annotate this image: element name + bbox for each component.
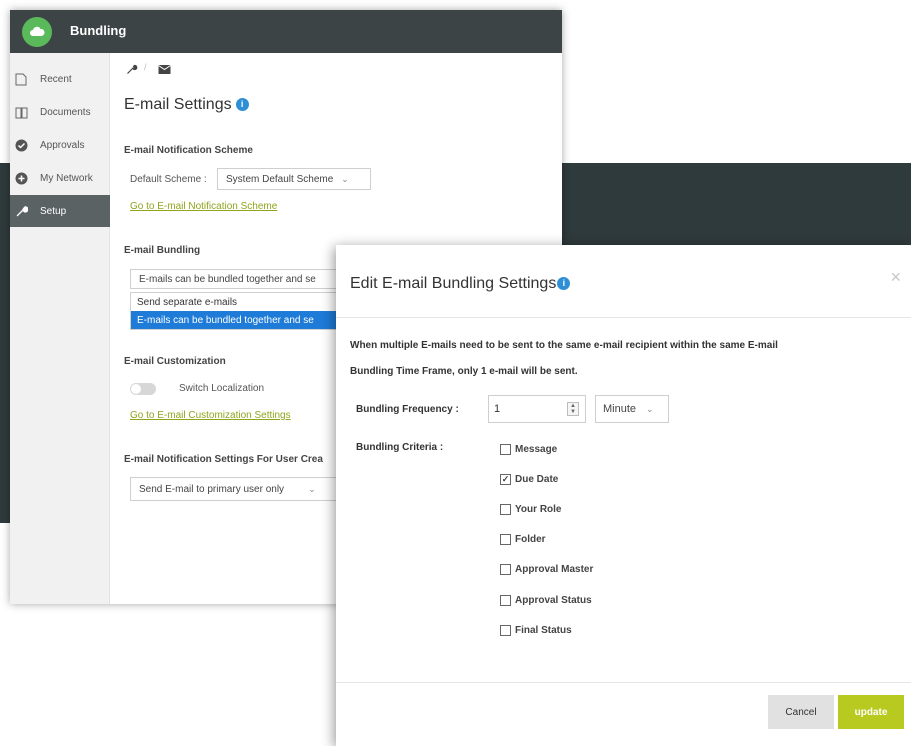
criteria-label: Final Status bbox=[515, 624, 572, 636]
email-bundling-title: E-mail Bundling bbox=[124, 245, 201, 256]
modal-description-line2: Bundling Time Frame, only 1 e-mail will … bbox=[350, 366, 578, 377]
plus-circle-icon bbox=[14, 171, 28, 185]
edit-bundling-modal: Edit E-mail Bundling Settings i × When mu… bbox=[336, 245, 911, 746]
user-creation-select[interactable]: Send E-mail to primary user only ⌄ bbox=[130, 477, 340, 501]
email-customization-title: E-mail Customization bbox=[124, 356, 226, 367]
sidebar-item-approvals[interactable]: Approvals bbox=[10, 129, 110, 161]
cancel-button[interactable]: Cancel bbox=[768, 695, 834, 729]
user-creation-settings-title: E-mail Notification Settings For User Cr… bbox=[124, 454, 323, 465]
checkbox[interactable] bbox=[500, 503, 511, 515]
top-bar: Bundling bbox=[10, 10, 562, 53]
criteria-label: Approval Master bbox=[515, 563, 594, 575]
criteria-approval-master[interactable]: Approval Master bbox=[500, 562, 593, 576]
bundling-criteria-label: Bundling Criteria : bbox=[356, 442, 444, 453]
check-circle-icon bbox=[14, 138, 28, 152]
sidebar-item-setup[interactable]: Setup bbox=[10, 195, 110, 227]
default-scheme-select[interactable]: System Default Scheme ⌄ bbox=[217, 168, 371, 190]
checkbox[interactable] bbox=[500, 594, 511, 606]
sidebar-item-label: Recent bbox=[40, 73, 72, 85]
modal-title: Edit E-mail Bundling Settings i bbox=[350, 275, 571, 293]
frequency-unit-value: Minute bbox=[603, 403, 637, 415]
bundling-frequency-label: Bundling Frequency : bbox=[356, 404, 459, 415]
sidebar-item-label: Setup bbox=[40, 205, 67, 217]
sidebar-item-documents[interactable]: Documents bbox=[10, 96, 110, 128]
localization-toggle-label: Switch Localization bbox=[179, 383, 265, 394]
sidebar-item-label: Documents bbox=[40, 106, 91, 118]
checkbox[interactable] bbox=[500, 533, 511, 545]
bundling-frequency-value: 1 bbox=[494, 403, 501, 415]
toolbar: / bbox=[110, 53, 562, 83]
book-icon bbox=[14, 105, 28, 119]
close-icon[interactable]: × bbox=[890, 267, 901, 288]
default-scheme-label: Default Scheme : bbox=[130, 174, 207, 185]
criteria-label: Approval Status bbox=[515, 594, 592, 606]
update-button[interactable]: update bbox=[838, 695, 904, 729]
checkbox-checked[interactable]: ✓ bbox=[500, 473, 511, 485]
localization-toggle[interactable] bbox=[130, 383, 156, 395]
page-title: E-mail Settings i bbox=[124, 96, 249, 114]
checkbox[interactable] bbox=[500, 624, 511, 636]
customization-settings-link[interactable]: Go to E-mail Customization Settings bbox=[130, 410, 291, 421]
page-title-text: E-mail Settings bbox=[124, 96, 232, 113]
wrench-icon bbox=[14, 204, 28, 218]
sidebar: Recent Documents Approvals My Network Se… bbox=[10, 53, 110, 604]
criteria-due-date[interactable]: ✓ Due Date bbox=[500, 472, 558, 486]
spinner-icon[interactable]: ▲ ▼ bbox=[567, 402, 579, 416]
sidebar-item-label: Approvals bbox=[40, 139, 85, 151]
mail-icon[interactable] bbox=[158, 62, 172, 76]
criteria-final-status[interactable]: Final Status bbox=[500, 623, 572, 637]
bundling-dropdown-list: Send separate e-mails E-mails can be bun… bbox=[130, 292, 340, 330]
checkbox[interactable] bbox=[500, 563, 511, 575]
screen: Bundling Recent Documents Approvals My N… bbox=[0, 0, 911, 746]
toolbar-separator: / bbox=[144, 62, 147, 72]
sidebar-item-label: My Network bbox=[40, 172, 93, 184]
bundling-frequency-input[interactable]: 1 ▲ ▼ bbox=[488, 395, 586, 423]
cloud-logo-icon[interactable] bbox=[22, 17, 52, 47]
notification-scheme-link[interactable]: Go to E-mail Notification Scheme bbox=[130, 201, 277, 212]
modal-description-line1: When multiple E-mails need to be sent to… bbox=[350, 340, 778, 351]
wrench-icon[interactable] bbox=[126, 62, 140, 76]
info-icon[interactable]: i bbox=[235, 98, 249, 111]
criteria-label: Your Role bbox=[515, 503, 562, 515]
user-creation-select-value: Send E-mail to primary user only bbox=[139, 483, 285, 495]
criteria-message[interactable]: Message bbox=[500, 442, 557, 456]
modal-header-divider bbox=[336, 317, 911, 318]
modal-footer-divider bbox=[336, 682, 911, 683]
checkbox[interactable] bbox=[500, 443, 511, 455]
bundling-select[interactable]: E-mails can be bundled together and se bbox=[130, 269, 350, 289]
info-icon[interactable]: i bbox=[557, 277, 571, 290]
app-title: Bundling bbox=[70, 23, 127, 38]
chevron-down-icon: ⌄ bbox=[308, 483, 316, 494]
default-scheme-value: System Default Scheme bbox=[226, 173, 334, 185]
criteria-your-role[interactable]: Your Role bbox=[500, 502, 561, 516]
sidebar-item-my-network[interactable]: My Network bbox=[10, 162, 110, 194]
criteria-approval-status[interactable]: Approval Status bbox=[500, 593, 592, 607]
sidebar-item-recent[interactable]: Recent bbox=[10, 63, 110, 95]
chevron-down-icon: ⌄ bbox=[646, 403, 654, 414]
bundling-select-value: E-mails can be bundled together and se bbox=[139, 273, 316, 285]
criteria-label: Folder bbox=[515, 533, 546, 545]
modal-title-text: Edit E-mail Bundling Settings bbox=[350, 275, 557, 292]
notification-scheme-title: E-mail Notification Scheme bbox=[124, 145, 253, 156]
chevron-down-icon: ⌄ bbox=[341, 173, 349, 184]
frequency-unit-select[interactable]: Minute ⌄ bbox=[595, 395, 669, 423]
bundling-option[interactable]: E-mails can be bundled together and se bbox=[131, 311, 339, 329]
bundling-option[interactable]: Send separate e-mails bbox=[131, 293, 339, 311]
criteria-label: Message bbox=[515, 443, 558, 455]
criteria-folder[interactable]: Folder bbox=[500, 532, 546, 546]
criteria-label: Due Date bbox=[515, 473, 559, 485]
file-icon bbox=[14, 72, 28, 86]
